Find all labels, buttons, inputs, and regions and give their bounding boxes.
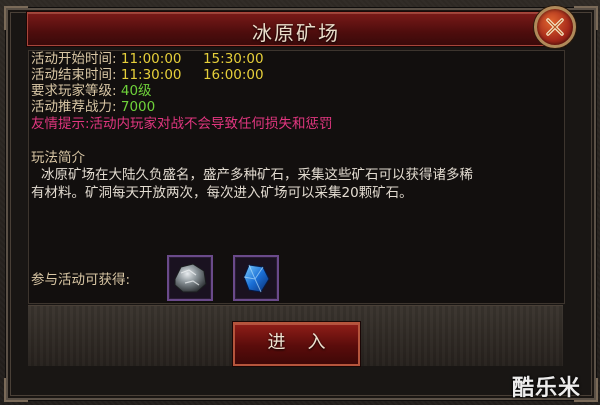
- frame-corner: [4, 6, 28, 30]
- intro-title: 玩法简介: [31, 150, 85, 166]
- start-time-1: 11:00:00: [120, 51, 182, 67]
- dialog-title: 冰原矿场: [252, 21, 340, 45]
- silver-ore-icon: [174, 263, 207, 293]
- power-label: 活动推荐战力:: [31, 99, 117, 115]
- reward-item-slot[interactable]: [167, 255, 213, 301]
- level-value: 40级: [120, 83, 152, 99]
- content-panel: 活动开始时间: 11:00:00 15:30:00 活动结束时间: 11:30:…: [28, 50, 565, 304]
- reward-label: 参与活动可获得:: [31, 272, 131, 288]
- start-time-label: 活动开始时间:: [31, 51, 117, 67]
- level-label: 要求玩家等级:: [31, 83, 117, 99]
- end-time-1: 11:30:00: [120, 67, 182, 83]
- intro-line-2: 有材料。矿洞每天开放两次，每次进入矿场可以采集20颗矿石。: [31, 185, 413, 201]
- start-time-2: 15:30:00: [202, 51, 264, 67]
- close-button[interactable]: [534, 6, 576, 48]
- intro-line-1: 冰原矿场在大陆久负盛名，盛产多种矿石，采集这些矿石可以获得诸多稀: [41, 167, 473, 183]
- end-time-2: 16:00:00: [202, 67, 264, 83]
- power-value: 7000: [120, 99, 156, 115]
- friendly-tip: 友情提示:活动内玩家对战不会导致任何损失和惩罚: [31, 116, 333, 132]
- enter-button[interactable]: 进入: [233, 322, 360, 366]
- watermark: 酷乐米: [512, 376, 582, 401]
- frame-corner: [4, 378, 28, 402]
- end-time-label: 活动结束时间:: [31, 67, 117, 83]
- blue-crystal-icon: [243, 264, 270, 293]
- title-bar: 冰原矿场: [27, 12, 565, 46]
- reward-item-slot[interactable]: [233, 255, 279, 301]
- power-row: 活动推荐战力: 7000: [31, 98, 155, 116]
- frame-corner: [574, 6, 598, 30]
- close-x-icon: [546, 18, 564, 36]
